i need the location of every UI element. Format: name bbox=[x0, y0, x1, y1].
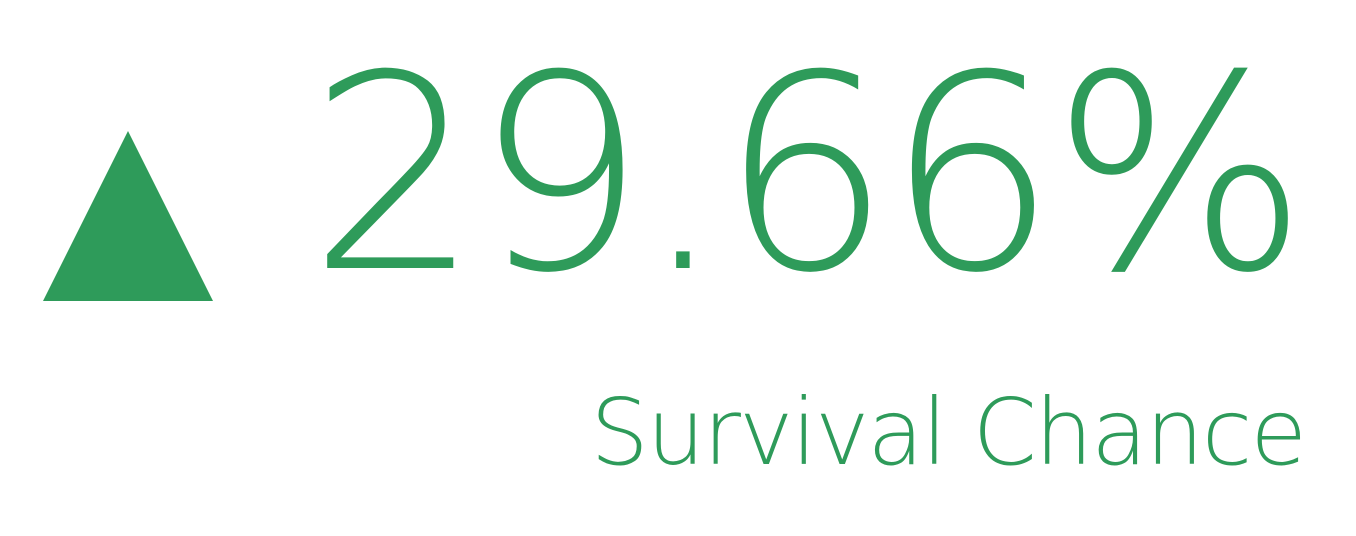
kpi-label: Survival Chance bbox=[590, 379, 1307, 486]
triangle-up-icon bbox=[43, 131, 213, 301]
kpi-value: 29.66% bbox=[308, 17, 1308, 332]
kpi-widget: 29.66% Survival Chance bbox=[0, 0, 1356, 536]
triangle-up-shape bbox=[43, 131, 213, 301]
